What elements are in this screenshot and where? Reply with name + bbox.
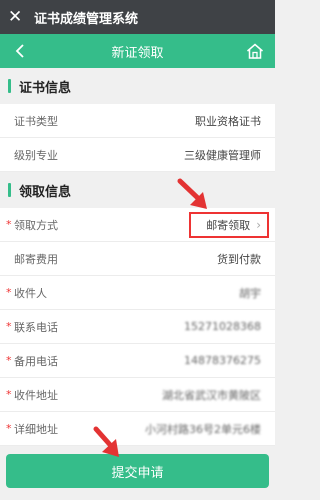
phone-field[interactable]: 15271028368 <box>184 320 261 333</box>
section-title: 领取信息 <box>19 184 72 200</box>
bottom-strip <box>0 490 275 500</box>
row-phone[interactable]: * 联系电话 15271028368 <box>0 310 275 344</box>
home-icon[interactable] <box>237 34 273 68</box>
section-cert-info: 证书信息 <box>0 68 275 104</box>
row-label: 领取方式 <box>14 218 58 232</box>
row-label: 收件地址 <box>14 388 58 402</box>
backup-phone-field[interactable]: 14878376275 <box>184 354 261 367</box>
row-pickup-method[interactable]: * 领取方式 邮寄领取 › <box>0 208 275 242</box>
section-marker <box>8 183 11 197</box>
submit-button[interactable]: 提交申请 <box>6 454 269 488</box>
recipient-field[interactable]: 胡宇 <box>239 285 261 301</box>
annotation-arrow-icon <box>177 178 207 209</box>
app-title-bar: ✕ 证书成绩管理系统 <box>0 0 275 34</box>
address-field[interactable]: 湖北省武汉市黄陂区 <box>162 387 261 403</box>
row-cert-type: 证书类型 职业资格证书 <box>0 104 275 138</box>
nav-bar: 新证领取 <box>0 34 275 68</box>
row-label: 证书类型 <box>14 114 58 128</box>
close-icon[interactable]: ✕ <box>8 0 26 34</box>
page-title: 新证领取 <box>111 45 164 61</box>
required-mark: * <box>6 388 12 401</box>
required-mark: * <box>6 320 12 333</box>
section-title: 证书信息 <box>19 80 72 96</box>
row-address[interactable]: * 收件地址 湖北省武汉市黄陂区 <box>0 378 275 412</box>
annotation-highlight-box <box>189 212 269 238</box>
required-mark: * <box>6 218 12 231</box>
row-postage-fee: 邮寄费用 货到付款 <box>0 242 275 276</box>
section-pickup-info: 领取信息 <box>0 172 275 208</box>
row-value: 职业资格证书 <box>195 114 261 128</box>
row-label: 详细地址 <box>14 422 58 436</box>
annotation-arrow-icon <box>93 426 119 457</box>
required-mark: * <box>6 422 12 435</box>
row-label: 联系电话 <box>14 320 58 334</box>
row-label: 收件人 <box>14 286 47 300</box>
row-value: 货到付款 <box>217 252 261 266</box>
row-label: 邮寄费用 <box>14 252 58 266</box>
section-marker <box>8 79 11 93</box>
row-backup-phone[interactable]: * 备用电话 14878376275 <box>0 344 275 378</box>
row-label: 级别专业 <box>14 148 58 162</box>
required-mark: * <box>6 286 12 299</box>
row-recipient[interactable]: * 收件人 胡宇 <box>0 276 275 310</box>
required-mark: * <box>6 354 12 367</box>
row-detail-address[interactable]: * 详细地址 小河村路36号2单元6楼 <box>0 412 275 446</box>
row-value: 三级健康管理师 <box>184 148 261 162</box>
row-label: 备用电话 <box>14 354 58 368</box>
detail-address-field[interactable]: 小河村路36号2单元6楼 <box>145 421 261 437</box>
row-level-major: 级别专业 三级健康管理师 <box>0 138 275 172</box>
back-icon[interactable] <box>0 34 40 68</box>
app-title: 证书成绩管理系统 <box>34 11 139 27</box>
